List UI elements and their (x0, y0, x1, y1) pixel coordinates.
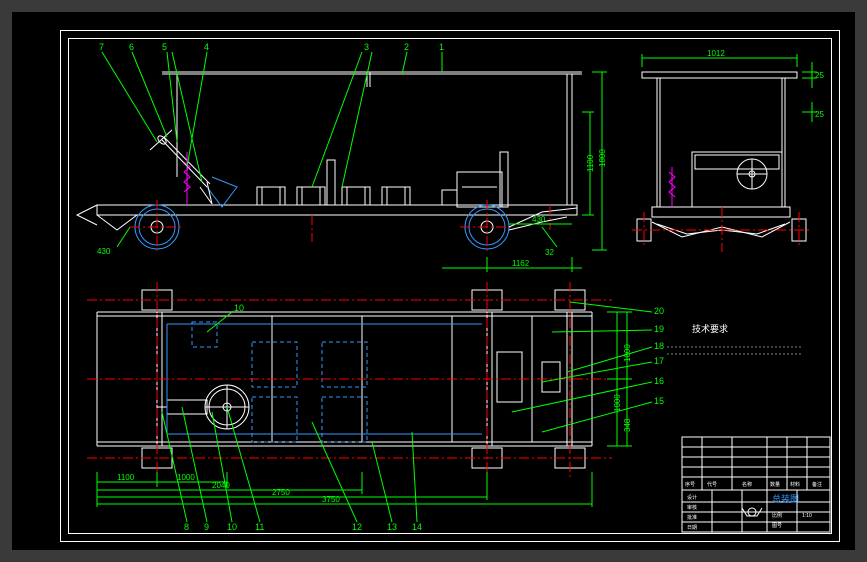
tb-check: 审核 (687, 504, 697, 511)
callout-7: 7 (99, 42, 104, 52)
callout-18: 18 (654, 341, 664, 351)
cad-canvas: 1800 1100 1162 430 32 430 1 2 3 4 (12, 12, 855, 550)
top-plan-view: 1100 1000 2040 2750 3750 1000 348 1000 8… (87, 282, 664, 532)
callout-2: 2 (404, 42, 409, 52)
annotation-title: 技术要求 (692, 323, 728, 334)
dim-plan-w1: 1100 (117, 473, 135, 482)
side-elevation-view: 1800 1100 1162 430 32 430 1 2 3 4 (77, 42, 607, 272)
tb-scale-label: 比例 (772, 512, 782, 519)
callout-19: 19 (654, 324, 664, 334)
dim-plan-r1: 1000 (613, 394, 622, 412)
tb-col-3: 数量 (770, 481, 780, 488)
dim-front-h2: 25 (815, 110, 824, 119)
drawing-svg: 1800 1100 1162 430 32 430 1 2 3 4 (12, 12, 855, 550)
title-block: 序号 代号 名称 数量 材料 备注 设计 审核 批准 日期 总装图 比例 1:1… (682, 437, 830, 532)
callout-11: 11 (255, 522, 264, 532)
callout-between: 10 (234, 303, 244, 313)
tb-col-5: 备注 (812, 481, 822, 488)
tb-design: 设计 (687, 494, 697, 501)
callout-6: 6 (129, 42, 134, 52)
dim-plan-l2: 2750 (272, 488, 290, 497)
callout-20: 20 (654, 306, 664, 316)
callout-13: 13 (387, 522, 397, 532)
dim-plan-l1: 2040 (212, 481, 230, 490)
dim-plan-l3: 3750 (322, 495, 340, 504)
tb-date: 日期 (687, 525, 697, 531)
callout-10: 10 (227, 522, 237, 532)
callout-14: 14 (412, 522, 422, 532)
tb-scale-val: 1:10 (802, 513, 812, 519)
tb-dwg-name: 总装图 (772, 493, 799, 504)
dim-plan-w2: 1000 (177, 473, 195, 482)
callout-5: 5 (162, 42, 167, 52)
dim-front-width: 1012 (707, 49, 725, 58)
dim-side-height-total: 1800 (598, 149, 607, 167)
tb-partno-label: 图号 (772, 523, 782, 529)
callout-12: 12 (352, 522, 362, 532)
callout-9: 9 (204, 522, 209, 532)
dim-side-height-body: 1100 (586, 154, 595, 172)
tb-col-1: 代号 (707, 481, 717, 488)
callout-16: 16 (654, 376, 664, 386)
dim-plan-r2: 348 (623, 418, 632, 432)
callout-1: 1 (439, 42, 444, 52)
front-view: 1012 25 25 (632, 49, 824, 252)
tb-approve: 批准 (687, 514, 697, 521)
tb-col-2: 名称 (742, 481, 752, 488)
callout-17: 17 (654, 356, 664, 366)
dim-side-wheelbase: 1162 (512, 259, 530, 268)
tb-col-4: 材料 (790, 481, 800, 488)
annotation-area: 技术要求 (667, 323, 802, 354)
dim-front-h1: 25 (815, 71, 824, 80)
dim-side-front-offset: 430 (532, 215, 546, 224)
tb-col-0: 序号 (685, 481, 695, 488)
callout-8: 8 (184, 522, 189, 532)
callout-4: 4 (204, 42, 209, 52)
dim-side-tire-small: 32 (545, 248, 554, 257)
dim-side-front-tire: 430 (97, 247, 111, 256)
callout-15: 15 (654, 396, 664, 406)
callout-3: 3 (364, 42, 369, 52)
